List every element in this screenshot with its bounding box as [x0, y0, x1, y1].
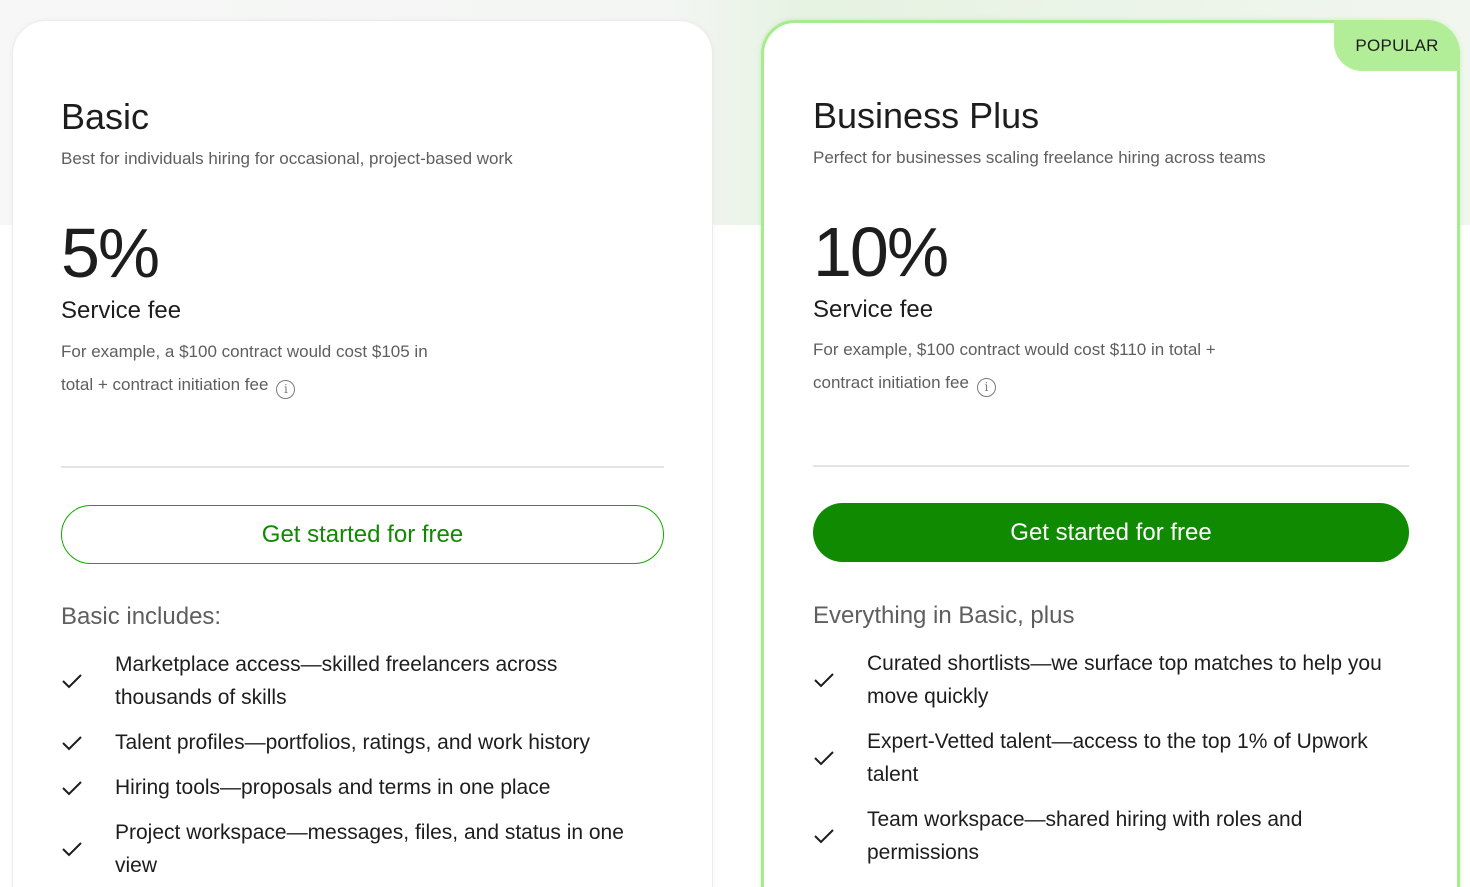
divider	[813, 465, 1409, 467]
fee-description-line: contract initiation fee i	[813, 366, 1216, 399]
feature-text: Hiring tools—proposals and terms in one …	[115, 776, 551, 799]
fee-description: For example, $100 contract would cost $1…	[813, 333, 1216, 399]
plan-title: Basic	[61, 96, 150, 137]
feature-text: Curated shortlists—we surface top matche…	[867, 652, 1382, 708]
plan-title: Business Plus	[813, 95, 1040, 136]
fee-description-line: For example, a $100 contract would cost …	[61, 342, 428, 361]
feature-text: Project workspace—messages, files, and s…	[115, 821, 624, 877]
popular-badge: POPULAR	[1334, 20, 1460, 71]
feature-list: Marketplace access—skilled freelancers a…	[61, 648, 664, 887]
check-icon	[61, 734, 115, 752]
fee-description-line: total + contract initiation fee i	[61, 368, 428, 401]
feature-text: Talent profiles—portfolios, ratings, and…	[115, 731, 591, 754]
fee-description-text: contract initiation fee	[813, 373, 969, 392]
feature-item: Expert-Vetted talent—access to the top 1…	[813, 725, 1409, 791]
check-icon	[61, 840, 115, 858]
feature-item: Curated shortlists—we surface top matche…	[813, 647, 1409, 713]
feature-text: Team workspace—shared hiring with roles …	[867, 808, 1303, 864]
get-started-button[interactable]: Get started for free	[61, 505, 664, 564]
fee-description: For example, a $100 contract would cost …	[61, 335, 428, 401]
plan-subtitle: Perfect for businesses scaling freelance…	[813, 148, 1266, 167]
check-icon	[61, 672, 115, 690]
check-icon	[813, 827, 867, 845]
feature-item: Team workspace—shared hiring with roles …	[813, 803, 1409, 869]
feature-item: Marketplace access—skilled freelancers a…	[61, 648, 664, 714]
plan-price: 10%	[813, 213, 949, 291]
includes-title: Everything in Basic, plus	[813, 602, 1075, 629]
info-icon[interactable]: i	[276, 380, 296, 399]
includes-title: Basic includes:	[61, 603, 222, 630]
feature-text: Expert-Vetted talent—access to the top 1…	[867, 730, 1368, 786]
feature-item: Hiring tools—proposals and terms in one …	[61, 771, 664, 804]
check-icon	[813, 671, 867, 689]
fee-label: Service fee	[813, 296, 934, 323]
feature-text: Marketplace access—skilled freelancers a…	[115, 653, 558, 709]
check-icon	[813, 749, 867, 767]
plan-subtitle: Best for individuals hiring for occasion…	[61, 149, 513, 168]
get-started-button[interactable]: Get started for free	[813, 503, 1409, 562]
feature-item: Talent profiles—portfolios, ratings, and…	[61, 726, 664, 759]
plan-card-basic: Basic Best for individuals hiring for oc…	[12, 20, 713, 887]
fee-description-text: total + contract initiation fee	[61, 375, 269, 394]
fee-label: Service fee	[61, 297, 182, 324]
feature-item: Project workspace—messages, files, and s…	[61, 816, 664, 882]
divider	[61, 466, 664, 468]
plan-price: 5%	[61, 214, 160, 292]
feature-list: Curated shortlists—we surface top matche…	[813, 647, 1409, 881]
check-icon	[61, 779, 115, 797]
plan-card-business-plus: POPULAR Business Plus Perfect for busine…	[761, 20, 1460, 887]
fee-description-line: For example, $100 contract would cost $1…	[813, 340, 1216, 359]
info-icon[interactable]: i	[976, 378, 996, 397]
